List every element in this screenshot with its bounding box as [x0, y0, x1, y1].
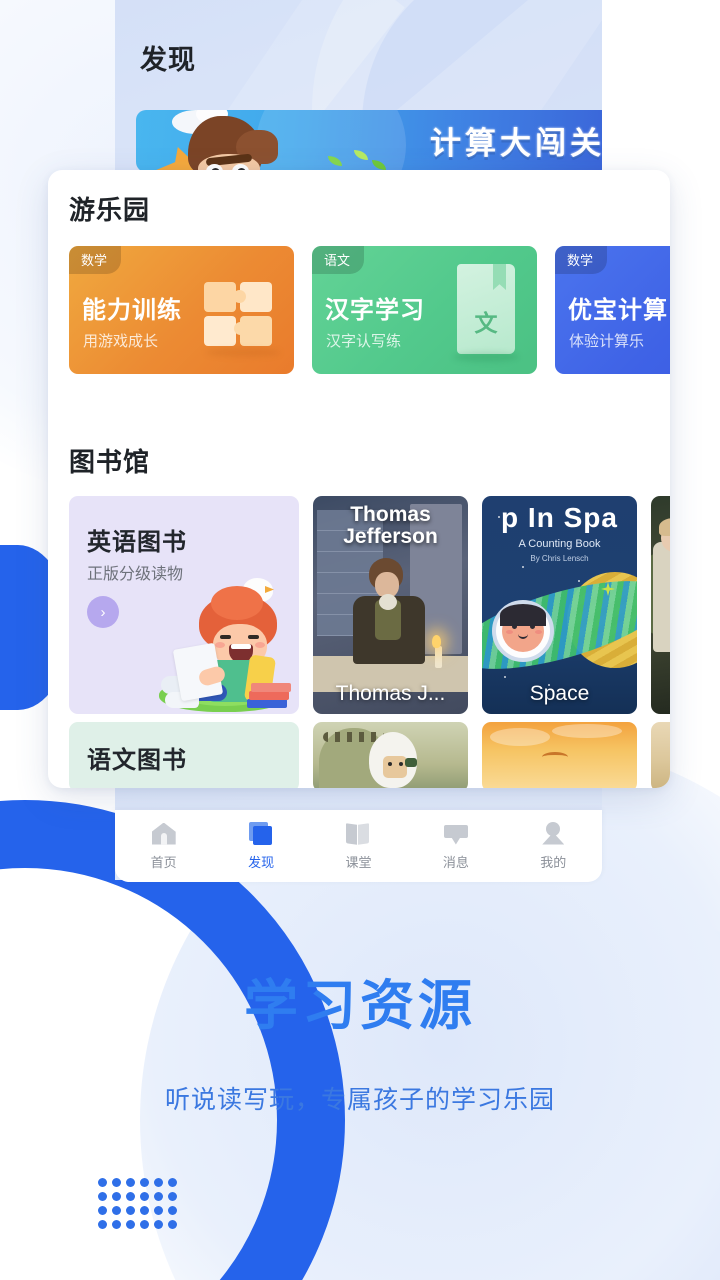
marketing-subhead: 听说读写玩，专属孩子的学习乐园	[164, 1086, 555, 1114]
playground-card-hanzi-learning[interactable]: 语文 汉字学习 汉字认写练 文	[312, 246, 537, 374]
discover-squares-icon	[248, 821, 274, 846]
puzzle-icon	[204, 282, 280, 357]
library-row-bottom[interactable]: 语文图书	[69, 722, 670, 788]
playground-card-tag: 语文	[312, 246, 365, 274]
playground-card-subtitle: 体验计算乐	[569, 333, 645, 350]
book-icon-char: 文	[474, 310, 498, 336]
nav-item-mine[interactable]: 我的	[510, 821, 596, 871]
promo-banner[interactable]: 计算大闯关	[136, 110, 602, 172]
library-section-title: 图书馆	[69, 447, 151, 477]
book-cover-partial-2[interactable]	[313, 722, 468, 788]
person-icon	[540, 821, 566, 846]
nav-item-discover[interactable]: 发现	[218, 821, 304, 871]
kid-reading-illustration	[147, 572, 297, 712]
book-label: Thomas J...	[335, 682, 446, 705]
book-cover-art-sub1: A Counting Book	[518, 538, 601, 550]
dot-grid-decoration	[98, 1178, 182, 1234]
playground-card-row[interactable]: 数学 能力训练 用游戏成长 语文 汉字学习 汉字认写练 文 数学 优宝计算 体验…	[69, 246, 670, 374]
nav-label-home: 首页	[150, 854, 177, 870]
book-icon: 文	[453, 264, 519, 362]
book-cover-space[interactable]: p In Spa A Counting Book By Chris Lensch…	[482, 496, 637, 714]
book-cover-art-sub2: By Chris Lensch	[530, 554, 589, 563]
chevron-right-icon[interactable]: ›	[87, 596, 119, 628]
book-cover-art-title-line2: Jefferson	[343, 525, 438, 549]
book-cover-art-title: Thomas Jefferson	[313, 503, 468, 549]
nav-item-messages[interactable]: 消息	[413, 822, 499, 871]
playground-section-title: 游乐园	[69, 195, 151, 225]
open-book-icon	[345, 822, 371, 846]
home-icon	[151, 822, 177, 846]
nav-item-classroom[interactable]: 课堂	[315, 822, 401, 871]
nav-label-classroom: 课堂	[345, 854, 372, 870]
library-row-top[interactable]: 英语图书 正版分级读物 › Thomas Jefferson Thomas J.…	[69, 496, 670, 714]
playground-card-ability-training[interactable]: 数学 能力训练 用游戏成长	[69, 246, 294, 374]
feature-card: 游乐园 数学 能力训练 用游戏成长 语文 汉字学习 汉字认写练 文 数学 优宝计…	[48, 170, 670, 788]
book-cover-partial-3[interactable]	[482, 722, 637, 788]
screen-title: 发现	[140, 45, 196, 75]
library-feature-title: 语文图书	[87, 747, 187, 774]
playground-card-title: 能力训练	[82, 297, 182, 324]
book-cover-art-title-line1: Thomas	[350, 503, 431, 526]
nav-label-discover: 发现	[248, 854, 275, 870]
nav-label-mine: 我的	[540, 854, 567, 870]
playground-card-youbao-calc[interactable]: 数学 优宝计算 体验计算乐	[555, 246, 670, 374]
marketing-headline-wrap: 学习资源	[0, 978, 720, 1035]
library-feature-english-books[interactable]: 英语图书 正版分级读物 ›	[69, 496, 299, 714]
nav-label-messages: 消息	[442, 854, 469, 870]
book-label: Space	[529, 682, 590, 705]
playground-card-tag: 数学	[555, 246, 608, 274]
book-cover-partial-4[interactable]	[651, 722, 670, 788]
playground-card-title: 优宝计算	[568, 297, 668, 324]
nav-item-home[interactable]: 首页	[121, 822, 207, 871]
book-cover-partial[interactable]	[651, 496, 670, 714]
playground-card-title: 汉字学习	[325, 297, 425, 324]
book-cover-thomas-jefferson[interactable]: Thomas Jefferson Thomas J...	[313, 496, 468, 714]
page-root: 发现 计算大闯关 首页 发现 课堂 消息 我的 游乐园 数学 能力训练 用游戏成…	[0, 0, 720, 1280]
marketing-headline: 学习资源	[238, 978, 482, 1035]
book-cover-art-title: p In Spa	[501, 502, 618, 533]
speech-bubble-icon	[443, 822, 469, 846]
playground-card-tag: 数学	[69, 246, 122, 274]
library-feature-chinese-books[interactable]: 语文图书	[69, 722, 299, 788]
bottom-nav-bar: 首页 发现 课堂 消息 我的	[115, 810, 602, 882]
playground-card-subtitle: 用游戏成长	[83, 333, 159, 350]
library-feature-title: 英语图书	[87, 529, 187, 556]
banner-title: 计算大闯关	[430, 126, 602, 161]
playground-card-subtitle: 汉字认写练	[326, 333, 402, 350]
